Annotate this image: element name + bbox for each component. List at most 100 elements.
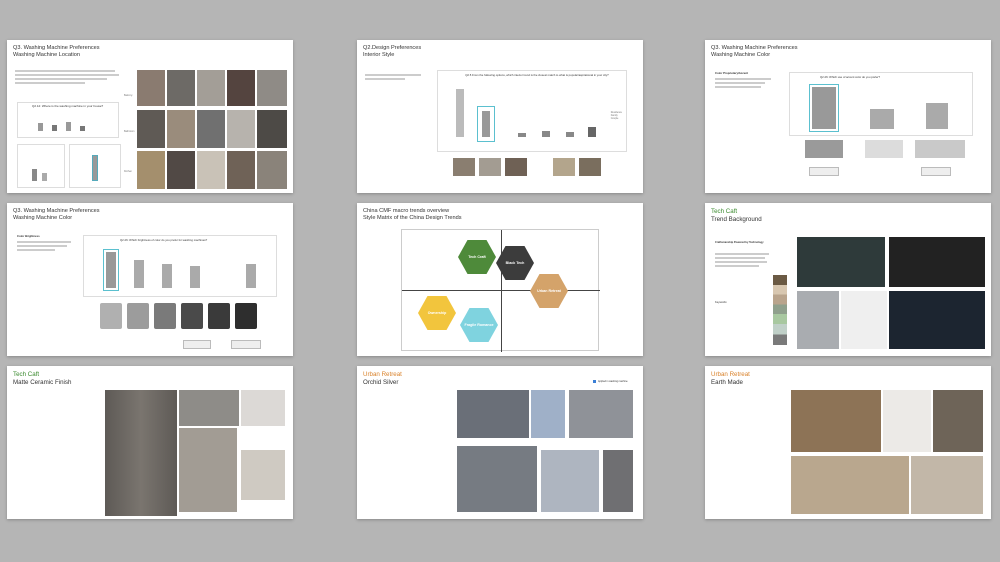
slide-title-line1: Q2.Design Preferences	[363, 45, 422, 51]
photo	[167, 151, 195, 189]
photo	[227, 110, 255, 148]
photo	[569, 390, 633, 438]
washer-photo	[208, 303, 230, 329]
legend-item: Couple	[610, 117, 619, 120]
slide-title: China CMF macro trends overview Style Ma…	[363, 208, 462, 222]
photo	[603, 450, 633, 512]
intro-text	[17, 241, 75, 251]
photo	[197, 110, 225, 148]
washer-photo	[100, 303, 122, 329]
photo	[531, 390, 565, 438]
photo	[841, 291, 887, 349]
slide-title-line2: Washing Machine Color	[711, 52, 771, 58]
intro-text	[715, 253, 773, 267]
slide-title: Tech Caft Trend Background	[711, 208, 762, 224]
slide-title-line1: Q3. Washing Machine Preferences	[13, 208, 100, 214]
photo	[911, 456, 983, 514]
row-label-bathroom: Bathroom	[124, 130, 135, 133]
hex-ownership[interactable]: Ownership	[418, 296, 456, 330]
photo	[227, 70, 255, 106]
badge-marker	[593, 380, 596, 383]
photo	[197, 70, 225, 106]
photo	[457, 446, 537, 512]
intro-text	[715, 78, 773, 88]
slide-thumbnail-9[interactable]: Urban Retreat Earth Made	[705, 366, 991, 519]
accent-color-chart: Q2.26: Which use of accent color do you …	[789, 72, 973, 136]
photo	[889, 291, 985, 349]
slide-thumbnail-1[interactable]: Q3. Washing Machine Preferences Washing …	[7, 40, 293, 193]
slide-title-line1: Urban Retreat	[711, 371, 750, 378]
photo	[933, 390, 983, 452]
material-swatches	[773, 275, 787, 345]
slide-title-line1: China CMF macro trends overview	[363, 208, 450, 214]
keywords-label: Keywords:	[715, 301, 728, 304]
slide-title: Q2.Design Preferences Interior Style	[363, 45, 421, 59]
hex-label: Black Tech	[505, 261, 525, 265]
slide-title: Q3. Washing Machine Preferences Washing …	[711, 45, 798, 59]
hex-label: Tech Craft	[468, 255, 486, 259]
row-label-kitchen: Kitchen	[124, 170, 132, 173]
photo-refrigerator	[105, 390, 177, 516]
washer-photo	[127, 303, 149, 329]
slide-thumbnail-8[interactable]: Urban Retreat Orchid Silver Applied in w…	[357, 366, 643, 519]
photo	[553, 158, 575, 176]
chart-question: Q2.26: Which use of accent color do you …	[820, 75, 881, 79]
slide-thumbnail-4[interactable]: Q3. Washing Machine Preferences Washing …	[7, 203, 293, 356]
note-tag	[231, 340, 261, 349]
slide-thumbnail-6[interactable]: Tech Caft Trend Background Craftsmanship…	[705, 203, 991, 356]
photo	[457, 390, 529, 438]
slide-title: Urban Retreat Earth Made	[711, 371, 750, 387]
slide-title-line2: Trend Background	[711, 216, 762, 223]
photo	[505, 158, 527, 176]
photo	[797, 291, 839, 349]
photo	[137, 110, 165, 148]
photo	[915, 140, 965, 158]
slide-title-line2: Washing Machine Location	[13, 52, 80, 58]
slide-title: Q3. Washing Machine Preferences Washing …	[13, 45, 100, 59]
photo	[137, 151, 165, 189]
hex-fragile-romance[interactable]: Fragile Romance	[460, 308, 498, 342]
chart-question: Q2.26: Which brightness of color do you …	[120, 238, 208, 242]
matrix-axis-horizontal	[402, 290, 600, 291]
slide-title: Tech Caft Matte Ceramic Finish	[13, 371, 71, 387]
hex-label: Fragile Romance	[464, 323, 494, 327]
photo	[137, 70, 165, 106]
slide-thumbnail-5[interactable]: China CMF macro trends overview Style Ma…	[357, 203, 643, 356]
hex-label: Ownership	[427, 311, 447, 315]
washer-photo	[181, 303, 203, 329]
slide-title-line1: Tech Caft	[13, 371, 40, 378]
slide-title-line2: Style Matrix of the China Design Trends	[363, 215, 462, 221]
slide-thumbnail-3[interactable]: Q3. Washing Machine Preferences Washing …	[705, 40, 991, 193]
sub-chart-right	[69, 144, 121, 188]
hex-label: Urban Retreat	[537, 289, 561, 293]
brightness-chart: Q2.26: Which brightness of color do you …	[83, 235, 277, 297]
slide-title-line1: Q3. Washing Machine Preferences	[13, 45, 100, 51]
hex-black-tech[interactable]: Black Tech	[496, 246, 534, 280]
photo	[805, 140, 843, 158]
photo	[791, 390, 881, 452]
badge-label: Applied in washing machine	[598, 380, 628, 383]
photo	[479, 158, 501, 176]
slide-title: Urban Retreat Orchid Silver	[363, 371, 402, 387]
photo	[797, 237, 885, 287]
photo	[227, 151, 255, 189]
applied-badge: Applied in washing machine	[593, 380, 628, 383]
row-label-balcony: Balcony	[124, 94, 133, 97]
interior-style-chart: Q2.5 From the following options, which i…	[437, 70, 627, 152]
photo	[579, 158, 601, 176]
hex-urban-retreat[interactable]: Urban Retreat	[530, 274, 568, 308]
chart-question: Q2.5 From the following options, which i…	[465, 73, 609, 77]
location-chart: Q2.12: Where is the washing machine in y…	[17, 102, 119, 138]
sub-chart-left	[17, 144, 65, 188]
intro-text	[15, 70, 125, 84]
style-matrix: Tech Craft Black Tech Urban Retreat Owne…	[401, 229, 600, 352]
chart-question: Q2.12: Where is the washing machine in y…	[32, 104, 104, 108]
photo	[241, 450, 285, 500]
side-note: Color Proprietary/Accent	[715, 71, 749, 75]
hex-tech-craft[interactable]: Tech Craft	[458, 240, 496, 274]
slide-thumbnail-7[interactable]: Tech Caft Matte Ceramic Finish	[7, 366, 293, 519]
side-note: Color Brightness	[17, 234, 40, 238]
washer-photo	[235, 303, 257, 329]
intro-text	[365, 74, 425, 80]
slide-thumbnail-2[interactable]: Q2.Design Preferences Interior Style Q2.…	[357, 40, 643, 193]
